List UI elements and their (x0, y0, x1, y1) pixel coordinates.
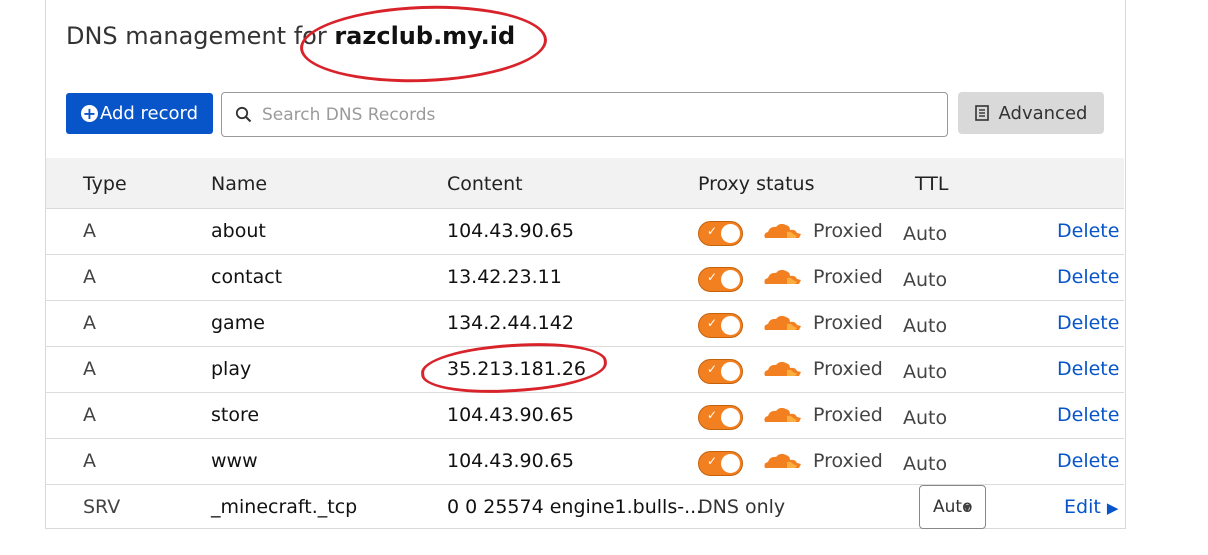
record-content: 13.42.23.11 (447, 266, 562, 288)
record-name: store (211, 404, 260, 426)
chevron-down-icon: ▼ (963, 503, 971, 514)
toggle-knob (721, 270, 740, 289)
ttl-value: Auto (903, 315, 948, 337)
check-icon: ✓ (707, 362, 718, 376)
record-type: A (83, 312, 96, 334)
table-row: Awww 104.43.90.65 ✓ Proxied Auto Delete (46, 438, 1124, 485)
record-content: 134.2.44.142 (447, 312, 574, 334)
record-name: _minecraft._tcp (211, 496, 358, 518)
toggle-knob (721, 454, 740, 473)
cloud-icon (759, 269, 801, 284)
table-row: Astore 104.43.90.65 ✓ Proxied Auto Delete (46, 392, 1124, 439)
plus-circle-icon: + (80, 104, 98, 123)
check-icon: ✓ (707, 224, 718, 238)
add-record-button[interactable]: + Add record (66, 93, 213, 134)
check-icon: ✓ (707, 316, 718, 330)
proxied-cloud (757, 452, 803, 474)
column-header-content: Content (447, 173, 523, 195)
record-name: game (211, 312, 265, 334)
cloud-icon (759, 361, 801, 376)
proxy-toggle[interactable]: ✓ (698, 313, 743, 338)
table-header: Type Name Content Proxy status TTL (46, 158, 1124, 209)
check-icon: ✓ (707, 270, 718, 284)
cloud-icon (759, 223, 801, 238)
table-row: Acontact 13.42.23.11 ✓ Proxied Auto Delete (46, 254, 1124, 301)
ttl-select[interactable]: Auto ▼ (919, 485, 986, 529)
record-content: 104.43.90.65 (447, 450, 574, 472)
proxy-status: DNS only (698, 496, 786, 518)
toggle-knob (721, 316, 740, 335)
ttl-value: Auto (903, 361, 948, 383)
record-name: contact (211, 266, 283, 288)
proxied-cloud (757, 314, 803, 336)
ttl-value: Auto (903, 223, 948, 245)
cloud-icon (759, 315, 801, 330)
ttl-value: Auto (903, 269, 948, 291)
advanced-button[interactable]: Advanced (958, 92, 1104, 134)
record-type: A (83, 358, 96, 380)
ttl-value: Auto (903, 453, 948, 475)
page-title-prefix: DNS management for (66, 22, 327, 50)
table-row: Aabout 104.43.90.65 ✓ Proxied Auto Delete (46, 208, 1124, 255)
document-icon (974, 105, 989, 121)
proxy-status: Proxied (813, 450, 883, 472)
record-name: play (211, 358, 252, 380)
column-header-proxy-status: Proxy status (698, 173, 815, 195)
cloud-icon (759, 453, 801, 468)
toggle-knob (721, 408, 740, 427)
proxy-status: Proxied (813, 358, 883, 380)
record-type: A (83, 266, 96, 288)
search-field[interactable] (221, 92, 948, 137)
column-header-name: Name (211, 173, 268, 195)
column-header-type: Type (83, 173, 127, 195)
record-content: 104.43.90.65 (447, 404, 574, 426)
proxy-toggle[interactable]: ✓ (698, 359, 743, 384)
proxied-cloud (757, 222, 803, 244)
record-name: about (211, 220, 266, 242)
edit-label: Edit (1064, 496, 1101, 518)
proxy-status: Proxied (813, 404, 883, 426)
delete-link[interactable]: Delete (1057, 450, 1119, 472)
proxy-status: Proxied (813, 312, 883, 334)
cloud-icon (759, 407, 801, 422)
proxy-toggle[interactable]: ✓ (698, 221, 743, 246)
record-type: SRV (83, 496, 121, 518)
delete-link[interactable]: Delete (1057, 404, 1119, 426)
proxy-toggle[interactable]: ✓ (698, 405, 743, 430)
table-row: Agame 134.2.44.142 ✓ Proxied Auto Delete (46, 300, 1124, 347)
delete-link[interactable]: Delete (1057, 358, 1119, 380)
search-input[interactable] (260, 103, 924, 126)
toggle-knob (721, 224, 740, 243)
delete-link[interactable]: Delete (1057, 220, 1119, 242)
advanced-label: Advanced (998, 102, 1088, 124)
proxied-cloud (757, 268, 803, 290)
proxy-status: Proxied (813, 220, 883, 242)
edit-link[interactable]: Edit ▶ (1064, 496, 1118, 518)
proxy-status: Proxied (813, 266, 883, 288)
delete-link[interactable]: Delete (1057, 312, 1119, 334)
proxied-cloud (757, 406, 803, 428)
ttl-value: Auto (903, 407, 948, 429)
check-icon: ✓ (707, 454, 718, 468)
record-type: A (83, 450, 96, 472)
proxy-toggle[interactable]: ✓ (698, 267, 743, 292)
proxied-cloud (757, 360, 803, 382)
column-header-ttl: TTL (915, 173, 949, 195)
search-icon (235, 106, 252, 123)
record-type: A (83, 220, 96, 242)
table-row: SRV _minecraft._tcp 0 0 25574 engine1.bull… (46, 484, 1124, 530)
record-name: www (211, 450, 258, 472)
caret-right-icon: ▶ (1106, 499, 1119, 517)
delete-link[interactable]: Delete (1057, 266, 1119, 288)
proxy-toggle[interactable]: ✓ (698, 451, 743, 476)
record-type: A (83, 404, 96, 426)
add-record-label: Add record (99, 103, 199, 124)
check-icon: ✓ (707, 408, 718, 422)
record-content: 0 0 25574 engine1.bulls-... (447, 496, 703, 518)
toggle-knob (721, 362, 740, 381)
record-content: 104.43.90.65 (447, 220, 574, 242)
